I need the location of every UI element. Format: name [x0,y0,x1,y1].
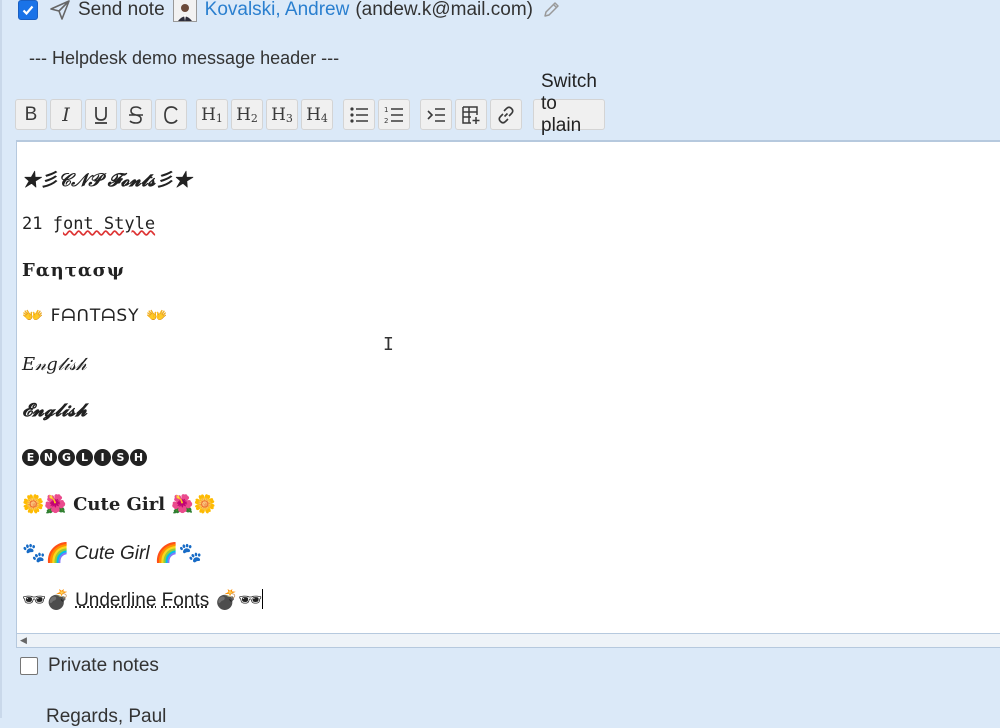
heading3-number: 3 [286,112,293,125]
heading3-button[interactable]: H3 [266,99,298,130]
private-notes-row: Private notes [20,655,159,677]
underline-icon [92,105,110,125]
misspelled-word: ont Style [63,214,155,234]
bullet-list-icon [349,106,369,124]
circled-letter: E [22,449,39,466]
indent-icon [426,106,446,124]
bullet-list-button[interactable] [343,99,375,130]
emoji-prefix: 🌼🌺 [22,494,67,515]
heading4-label: H4 [306,105,328,125]
private-notes-checkbox[interactable] [20,657,38,675]
emoji-suffix: 🌈🐾 [155,543,202,564]
editor-resize-bar[interactable]: ◀ [16,634,1000,648]
text-caret [262,589,263,609]
heading2-label: H2 [236,105,258,125]
editor-line: Fαητασψ [22,260,125,281]
heading4-letter: H [306,105,321,125]
circled-letter: N [40,449,57,466]
svg-text:1: 1 [384,106,388,114]
text-cursor-icon: I [383,334,394,355]
person-photo-icon [175,1,195,21]
circled-letter: I [94,449,111,466]
editor-line: 𝓔𝓷𝓰𝓵𝓲𝓼𝓱 [22,400,87,421]
rich-text-editor[interactable]: ★彡𝒞𝒩𝒫 𝓕𝓸𝓷𝓽𝓼彡★ 21 ƒont Style Fαητασψ 👐 Fᗩ… [16,140,1000,634]
emoji-suffix: 🌺🌼 [171,494,216,515]
heading4-number: 4 [321,112,328,125]
insert-table-button[interactable] [455,99,487,130]
underlined-word: Underline [75,590,156,611]
private-notes-label[interactable]: Private notes [48,655,159,677]
editor-line-prefix: 21 ƒ [22,214,63,234]
circled-letter: S [112,449,129,466]
checkbox-checked-icon [21,3,35,17]
numbered-list-icon: 1 2 [384,105,404,125]
message-header-text: --- Helpdesk demo message header --- [29,48,339,69]
clear-format-icon [162,105,180,125]
table-icon [461,105,481,125]
line-text: Cute Girl [67,494,172,515]
heading2-letter: H [236,105,251,125]
heading1-number: 1 [216,112,223,125]
emoji-prefix: 🐾🌈 [22,543,69,564]
bold-button[interactable]: B [15,99,47,130]
heading2-number: 2 [251,112,258,125]
italic-label: I [62,104,70,126]
send-note-row: Send note Kovalski, Andrew (andew.k@mail… [18,0,561,26]
insert-link-button[interactable] [490,99,522,130]
left-rule [0,0,2,718]
editor-line: 👐 FᗩᑎTᗩSY 👐 [22,306,168,326]
strikethrough-icon [127,105,145,125]
switch-plain-text-button[interactable]: Switch to plain text [533,99,605,130]
clear-format-button[interactable] [155,99,187,130]
send-note-label[interactable]: Send note [78,0,165,21]
signature-line: Regards, Paul [46,706,166,728]
left-arrow-icon: ◀ [20,635,27,646]
editor-line: 𝐸𝓃𝑔𝓁𝒾𝓈𝒽 [22,354,87,375]
emoji-prefix: 🕶💣 [22,590,70,611]
send-note-checkbox[interactable] [18,0,38,20]
editor-line: 21 ƒont Style [22,214,155,234]
indent-button[interactable] [420,99,452,130]
heading1-letter: H [201,105,216,125]
underlined-word: Fonts [162,590,210,611]
heading2-button[interactable]: H2 [231,99,263,130]
circled-letter: H [130,449,147,466]
avatar [173,0,197,22]
heading3-label: H3 [271,105,293,125]
recipient-name-link[interactable]: Kovalski, Andrew [205,0,350,21]
heading4-button[interactable]: H4 [301,99,333,130]
send-icon [48,0,72,22]
line-text: Cute Girl [69,543,155,564]
recipient-email: (andew.k@mail.com) [355,0,533,21]
heading3-letter: H [271,105,286,125]
heading1-button[interactable]: H1 [196,99,228,130]
heading1-label: H1 [201,105,223,125]
svg-text:2: 2 [384,117,388,125]
strikethrough-button[interactable] [120,99,152,130]
editor-line-circled-letters: ENGLISH [22,447,148,466]
pencil-icon[interactable] [541,0,561,20]
numbered-list-button[interactable]: 1 2 [378,99,410,130]
editor-line: 🐾🌈 Cute Girl 🌈🐾 [22,541,202,565]
bold-label: B [25,104,38,126]
circled-letter: G [58,449,75,466]
editor-line: ★彡𝒞𝒩𝒫 𝓕𝓸𝓷𝓽𝓼彡★ [22,166,191,192]
circled-letter: L [76,449,93,466]
emoji-suffix: 💣🕶 [214,590,262,611]
underline-button[interactable] [85,99,117,130]
link-icon [496,105,516,125]
editor-line: 🕶💣 Underline Fonts 💣🕶 [22,588,263,612]
editor-line: 🌼🌺 Cute Girl 🌺🌼 [22,494,216,515]
italic-button[interactable]: I [50,99,82,130]
